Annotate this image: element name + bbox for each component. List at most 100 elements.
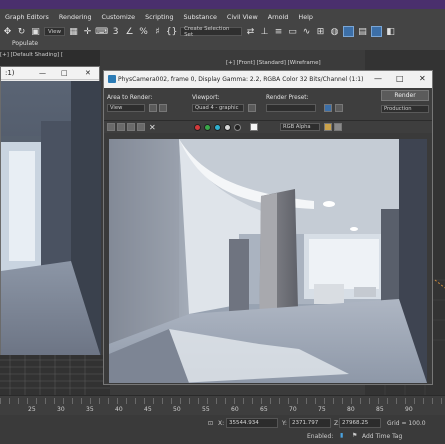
left-viewport-label[interactable]: [+] [Default Shading] [ xyxy=(0,52,63,58)
save-image-icon[interactable] xyxy=(107,123,115,131)
maximize-icon[interactable]: □ xyxy=(61,69,68,77)
schematic-view-icon[interactable]: ⊞ xyxy=(315,26,326,37)
toggle-ui-icon[interactable] xyxy=(334,123,342,131)
render-iterative-icon[interactable]: ◧ xyxy=(385,26,396,37)
populate-bar: Populate xyxy=(0,39,445,50)
pivot-icon[interactable]: ▦ xyxy=(68,26,79,37)
environment-effects-icon[interactable] xyxy=(335,104,343,112)
minimize-icon[interactable]: — xyxy=(39,69,46,77)
y-coordinate-field[interactable]: 2371.797 xyxy=(289,418,331,428)
timeline-tick: 75 xyxy=(318,406,326,413)
viewport-dropdown[interactable]: Quad 4 - graphic xyxy=(192,104,244,112)
menu-arnold[interactable]: Arnold xyxy=(263,13,294,21)
render-preset-label: Render Preset: xyxy=(266,95,309,101)
timeline-tick: 55 xyxy=(202,406,210,413)
add-time-tag[interactable]: Add Time Tag xyxy=(362,433,402,440)
select-manipulate-icon[interactable]: ✛ xyxy=(82,26,93,37)
angle-snap-icon[interactable]: ∠ xyxy=(124,26,135,37)
timeline-tick: 60 xyxy=(231,406,239,413)
render-production-icon[interactable] xyxy=(371,26,383,37)
menu-help[interactable]: Help xyxy=(293,13,318,21)
ribbon-icon[interactable]: ▭ xyxy=(287,26,298,37)
left-window-titlebar: :1) — □ ✕ xyxy=(1,67,99,80)
monochrome-icon[interactable] xyxy=(234,124,241,131)
maximize-icon[interactable]: □ xyxy=(396,74,404,83)
named-selection-dropdown[interactable]: Create Selection Set xyxy=(180,26,243,38)
area-to-render-label: Area to Render: xyxy=(107,95,153,101)
close-icon[interactable]: :1) xyxy=(5,69,15,77)
render-button[interactable]: Render xyxy=(381,90,429,101)
timeline-scale[interactable] xyxy=(0,398,445,404)
y-label: Y: xyxy=(282,420,287,427)
rendered-frame-window: PhysCamera002, frame 0, Display Gamma: 2… xyxy=(103,70,433,385)
left-render-image xyxy=(1,81,101,357)
move-icon[interactable]: ✥ xyxy=(2,26,13,37)
z-coordinate-field[interactable]: 27968.25 xyxy=(339,418,381,428)
area-to-render-dropdown[interactable]: View xyxy=(107,104,145,112)
menu-customize[interactable]: Customize xyxy=(97,13,141,21)
keyboard-shortcut-icon[interactable]: ⌨ xyxy=(95,26,108,37)
enabled-label: Enabled: xyxy=(307,433,334,440)
close-icon[interactable]: ✕ xyxy=(419,74,426,83)
front-viewport-label[interactable]: [+] [Front] [Standard] [Wireframe] xyxy=(226,60,321,66)
timeline-tick: 65 xyxy=(260,406,268,413)
app-icon xyxy=(108,75,116,83)
named-selection-icon[interactable]: {} xyxy=(166,26,177,37)
menu-civil-view[interactable]: Civil View xyxy=(222,13,263,21)
scale-icon[interactable]: ▣ xyxy=(30,26,41,37)
print-image-icon[interactable] xyxy=(137,123,145,131)
clone-window-icon[interactable] xyxy=(127,123,135,131)
lock-viewport-icon[interactable] xyxy=(248,104,256,112)
mirror-icon[interactable]: ⇄ xyxy=(245,26,256,37)
clear-icon[interactable]: ✕ xyxy=(149,123,156,132)
lock-selection-icon[interactable]: ⊡ xyxy=(208,420,213,427)
align-icon[interactable]: ⊥ xyxy=(259,26,270,37)
render-setup-icon[interactable] xyxy=(343,26,355,37)
render-window-title: PhysCamera002, frame 0, Display Gamma: 2… xyxy=(118,76,364,83)
viewport-grid-area xyxy=(0,355,110,395)
render-window-titlebar: PhysCamera002, frame 0, Display Gamma: 2… xyxy=(104,71,432,88)
material-editor-icon[interactable]: ◍ xyxy=(329,26,340,37)
timeline[interactable]: 25 30 35 40 45 50 55 60 65 70 75 80 85 9… xyxy=(0,395,445,415)
menu-bar: Graph Editors Rendering Customize Script… xyxy=(0,9,445,24)
curve-editor-icon[interactable]: ∿ xyxy=(301,26,312,37)
x-coordinate-field[interactable]: 35544.934 xyxy=(226,418,278,428)
percent-snap-icon[interactable]: % xyxy=(138,26,149,37)
layer-explorer-icon[interactable]: ≡ xyxy=(273,26,284,37)
enabled-toggle-icon[interactable]: ▮ xyxy=(340,432,343,439)
menu-substance[interactable]: Substance xyxy=(179,13,222,21)
rendered-frame-window-icon[interactable]: ▤ xyxy=(357,26,368,37)
alpha-channel-icon[interactable] xyxy=(224,124,231,131)
render-preset-dropdown[interactable] xyxy=(266,104,316,112)
edit-region-icon[interactable] xyxy=(149,104,157,112)
spinner-snap-icon[interactable]: ♯ xyxy=(152,26,163,37)
copy-image-icon[interactable] xyxy=(117,123,125,131)
display-channel-dropdown[interactable]: RGB Alpha xyxy=(280,123,320,131)
auto-region-icon[interactable] xyxy=(159,104,167,112)
reference-coord-dropdown[interactable]: View xyxy=(44,27,66,36)
status-bar: ⊡ X: 35544.934 Y: 2371.797 Z: 27968.25 G… xyxy=(0,415,445,444)
x-label: X: xyxy=(218,420,225,427)
minimize-icon[interactable]: — xyxy=(374,74,382,83)
render-setup-icon[interactable] xyxy=(324,104,332,112)
populate-label[interactable]: Populate xyxy=(12,40,38,47)
app-title-strip xyxy=(0,0,445,9)
time-tag-icon[interactable]: ⚑ xyxy=(352,432,357,439)
close-window-icon[interactable]: ✕ xyxy=(85,69,91,77)
menu-graph-editors[interactable]: Graph Editors xyxy=(0,13,54,21)
blue-channel-icon[interactable] xyxy=(214,124,221,131)
menu-scripting[interactable]: Scripting xyxy=(140,13,178,21)
timeline-tick: 85 xyxy=(376,406,384,413)
swatch-icon[interactable] xyxy=(250,123,258,131)
snap-3d-icon[interactable]: 3 xyxy=(110,26,121,37)
timeline-tick: 25 xyxy=(28,406,36,413)
menu-rendering[interactable]: Rendering xyxy=(54,13,97,21)
red-channel-icon[interactable] xyxy=(194,124,201,131)
timeline-tick: 35 xyxy=(86,406,94,413)
green-channel-icon[interactable] xyxy=(204,124,211,131)
production-dropdown[interactable]: Production xyxy=(381,105,429,113)
rotate-icon[interactable]: ↻ xyxy=(16,26,27,37)
render-image-toolbar: ✕ RGB Alpha xyxy=(104,120,432,133)
left-render-window: :1) — □ ✕ xyxy=(0,66,101,357)
toggle-ui-overlay-icon[interactable] xyxy=(324,123,332,131)
